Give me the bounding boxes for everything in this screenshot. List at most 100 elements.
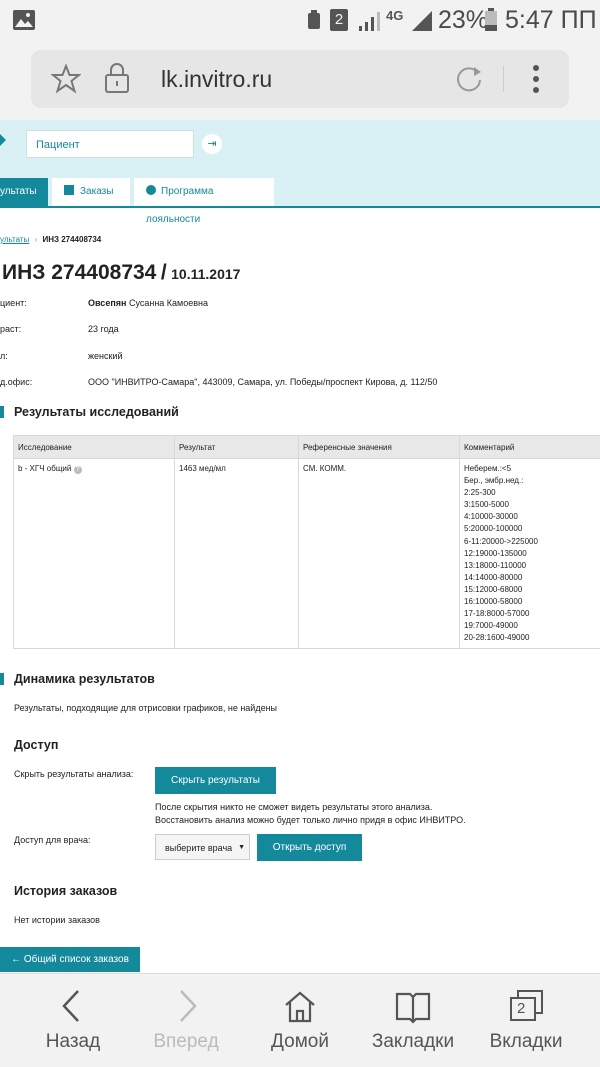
recycle-icon — [306, 9, 322, 31]
comment-line: 20-28:1600-49000 — [464, 632, 600, 644]
cell-result: 1463 мед/мл — [175, 459, 299, 649]
breadcrumb-current: ИНЗ 274408734 — [42, 235, 101, 244]
browser-toolbar: lk.invitro.ru — [0, 42, 600, 120]
forward-chevron-icon — [166, 988, 206, 1024]
comment-line: 17-18:8000-57000 — [464, 608, 600, 620]
menu-dots-icon[interactable] — [531, 64, 541, 94]
back-chevron-icon — [53, 988, 93, 1024]
comment-line: 6-11:20000->225000 — [464, 536, 600, 548]
tabs-icon — [506, 988, 546, 1024]
breadcrumb: ультаты › ИНЗ 274408734 — [0, 235, 101, 244]
table-header-row: Исследование Результат Референсные значе… — [14, 436, 600, 459]
home-icon — [280, 988, 320, 1024]
col-header-comment: Комментарий — [460, 436, 600, 459]
battery-icon — [484, 8, 498, 32]
tab-orders-label: Заказы — [80, 186, 113, 197]
order-number: ИНЗ 274408734 — [2, 261, 156, 284]
browser-bottom-nav: Назад Вперед Домой Закладки 2 Вкладки — [0, 973, 600, 1067]
hide-note-1: После скрытия никто не сможет видеть рез… — [155, 802, 432, 812]
nav-back[interactable]: Назад — [13, 974, 133, 1067]
hide-results-button[interactable]: Скрыть результаты — [155, 767, 276, 794]
comment-line: 5:20000-100000 — [464, 523, 600, 535]
comment-line: 3:1500-5000 — [464, 499, 600, 511]
breadcrumb-parent[interactable]: ультаты — [0, 235, 29, 244]
comment-line: 2:25-300 — [464, 487, 600, 499]
field-label-office: д.офис: — [0, 377, 32, 387]
field-value-patient: Овсепян Сусанна Камоевна — [88, 298, 208, 308]
reload-icon[interactable] — [454, 64, 484, 94]
section-marker-2 — [0, 673, 4, 685]
comment-line: 13:18000-110000 — [464, 560, 600, 572]
network-type: 4G — [386, 8, 403, 23]
field-label-patient: циент: — [0, 298, 27, 308]
nav-home[interactable]: Домой — [240, 974, 360, 1067]
field-label-age: раст: — [0, 324, 21, 334]
nav-forward-label: Вперед — [126, 1031, 246, 1053]
title-separator: / — [161, 261, 167, 284]
history-heading: История заказов — [14, 884, 117, 898]
gallery-icon — [12, 9, 36, 31]
test-name: b - ХГЧ общий — [18, 464, 71, 473]
hide-label: Скрыть результаты анализа: — [14, 769, 133, 779]
star-icon[interactable] — [51, 64, 81, 94]
logout-icon[interactable]: ⇥ — [202, 134, 222, 154]
doctor-label: Доступ для врача: — [14, 835, 90, 845]
signal-2-icon — [410, 10, 434, 32]
cell-reference: СМ. КОММ. — [299, 459, 460, 649]
orders-icon — [64, 185, 74, 195]
field-label-sex: л: — [0, 351, 8, 361]
comment-line: 12:19000-135000 — [464, 548, 600, 560]
address-bar[interactable]: lk.invitro.ru — [31, 50, 569, 108]
tab-results[interactable]: ультаты — [0, 178, 48, 206]
nav-bookmarks[interactable]: Закладки — [353, 974, 473, 1067]
comment-line: 15:12000-68000 — [464, 584, 600, 596]
comment-line: Неберем.:<5 — [464, 463, 600, 475]
all-orders-button[interactable]: ← Общий список заказов — [0, 947, 140, 972]
comment-line: 19:7000-49000 — [464, 620, 600, 632]
patient-surname: Овсепян — [88, 298, 126, 308]
tabs-count: 2 — [517, 1000, 525, 1017]
patient-name: Сусанна Камоевна — [126, 298, 208, 308]
comment-line: 4:10000-30000 — [464, 511, 600, 523]
help-icon[interactable]: ? — [74, 466, 82, 474]
lock-icon — [103, 62, 131, 94]
site-header: Пациент ⇥ ультаты Заказы Программа лояль… — [0, 120, 600, 208]
loyalty-icon — [146, 185, 156, 195]
nav-home-label: Домой — [240, 1031, 360, 1053]
field-value-office: ООО "ИНВИТРО-Самара", 443009, Самара, ул… — [88, 377, 437, 387]
header-divider — [0, 206, 600, 208]
nav-tabs-label: Вкладки — [466, 1031, 586, 1053]
hide-note-2: Восстановить анализ можно будет только л… — [155, 815, 466, 825]
col-header-test: Исследование — [14, 436, 175, 459]
section-marker — [0, 406, 4, 418]
logo-icon[interactable] — [0, 130, 8, 150]
status-bar: 2 4G 23% 5:47 ПП — [0, 0, 600, 42]
dynamics-text: Результаты, подходящие для отрисовки гра… — [14, 703, 277, 713]
select-arrow-icon: ▼ — [238, 835, 245, 861]
history-text: Нет истории заказов — [14, 915, 100, 925]
comment-line: 16:10000-58000 — [464, 596, 600, 608]
sim-badge: 2 — [330, 9, 348, 31]
col-header-result: Результат — [175, 436, 299, 459]
order-date: 10.11.2017 — [171, 266, 240, 282]
doctor-select-value: выберите врача — [165, 843, 232, 853]
open-access-button[interactable]: Открыть доступ — [257, 834, 362, 861]
tab-orders[interactable]: Заказы — [52, 178, 130, 206]
cell-test: b - ХГЧ общий ? — [14, 459, 175, 649]
battery-percent: 23% — [438, 6, 488, 35]
nav-back-label: Назад — [13, 1031, 133, 1053]
patient-selector[interactable]: Пациент — [26, 130, 194, 158]
page-title: ИНЗ 274408734 / 10.11.2017 — [2, 261, 240, 285]
field-value-sex: женский — [88, 351, 123, 361]
nav-forward[interactable]: Вперед — [126, 974, 246, 1067]
signal-icon — [358, 10, 382, 32]
col-header-reference: Референсные значения — [299, 436, 460, 459]
nav-tabs[interactable]: 2 Вкладки — [466, 974, 586, 1067]
access-heading: Доступ — [14, 738, 58, 752]
bookmarks-icon — [393, 988, 433, 1024]
nav-bookmarks-label: Закладки — [353, 1031, 473, 1053]
tab-loyalty[interactable]: Программа лояльности — [134, 178, 274, 206]
table-row: b - ХГЧ общий ? 1463 мед/мл СМ. КОММ. Не… — [14, 459, 600, 649]
doctor-select[interactable]: выберите врача ▼ — [155, 834, 250, 860]
comment-line: Бер., эмбр.нед.: — [464, 475, 600, 487]
